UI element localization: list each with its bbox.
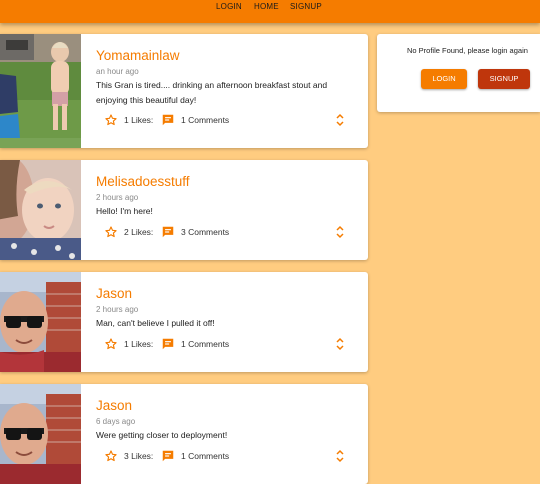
post-actions: 1 Likes: 1 Comments — [96, 337, 358, 351]
star-outline-icon[interactable] — [104, 225, 118, 239]
post-photo — [0, 34, 81, 148]
post-author[interactable]: Jason — [96, 286, 132, 301]
comment-icon[interactable] — [161, 449, 175, 463]
post-body: Melisadoesstuff 2 hours ago Hello! I'm h… — [96, 160, 358, 260]
post-author[interactable]: Yomamainlaw — [96, 48, 180, 63]
post-photo — [0, 272, 81, 372]
post-actions: 2 Likes: 3 Comments — [96, 225, 358, 239]
likes-count: 2 Likes: — [124, 227, 154, 237]
post-text: Man, can't believe I pulled it off! — [96, 318, 215, 328]
post-photo — [0, 384, 81, 484]
nav-home-link[interactable]: HOME — [254, 2, 279, 11]
unfold-more-icon[interactable] — [334, 225, 346, 239]
login-button[interactable]: LOGIN — [421, 69, 467, 89]
post-text: This Gran is tired.... drinking an after… — [96, 80, 328, 105]
post-timestamp: 2 hours ago — [96, 193, 139, 202]
post-text: Hello! I'm here! — [96, 206, 153, 216]
post-actions: 1 Likes: 1 Comments — [96, 113, 358, 127]
comments-count[interactable]: 1 Comments — [181, 115, 229, 125]
post-photo — [0, 160, 81, 260]
post-author[interactable]: Melisadoesstuff — [96, 174, 190, 189]
post-timestamp: an hour ago — [96, 67, 139, 76]
star-outline-icon[interactable] — [104, 113, 118, 127]
post-timestamp: 6 days ago — [96, 417, 136, 426]
profile-not-found-message: No Profile Found, please login again — [407, 46, 528, 55]
top-app-bar: LOGIN HOME SIGNUP — [0, 0, 540, 23]
star-outline-icon[interactable] — [104, 337, 118, 351]
comment-icon[interactable] — [161, 113, 175, 127]
post-card: Jason 2 hours ago Man, can't believe I p… — [0, 272, 368, 372]
comments-count[interactable]: 1 Comments — [181, 339, 229, 349]
nav-signup-link[interactable]: SIGNUP — [290, 2, 322, 11]
comment-icon[interactable] — [161, 225, 175, 239]
post-body: Jason 2 hours ago Man, can't believe I p… — [96, 272, 358, 372]
unfold-more-icon[interactable] — [334, 449, 346, 463]
comments-count[interactable]: 1 Comments — [181, 451, 229, 461]
post-timestamp: 2 hours ago — [96, 305, 139, 314]
unfold-more-icon[interactable] — [334, 113, 346, 127]
unfold-more-icon[interactable] — [334, 337, 346, 351]
comment-icon[interactable] — [161, 337, 175, 351]
post-card: Jason 6 days ago Were getting closer to … — [0, 384, 368, 484]
star-outline-icon[interactable] — [104, 449, 118, 463]
post-author[interactable]: Jason — [96, 398, 132, 413]
post-card: Melisadoesstuff 2 hours ago Hello! I'm h… — [0, 160, 368, 260]
post-body: Jason 6 days ago Were getting closer to … — [96, 384, 358, 484]
nav-login-link[interactable]: LOGIN — [216, 2, 242, 11]
likes-count: 1 Likes: — [124, 339, 154, 349]
post-actions: 3 Likes: 1 Comments — [96, 449, 358, 463]
likes-count: 1 Likes: — [124, 115, 154, 125]
signup-button[interactable]: SIGNUP — [478, 69, 530, 89]
comments-count[interactable]: 3 Comments — [181, 227, 229, 237]
likes-count: 3 Likes: — [124, 451, 154, 461]
post-card: Yomamainlaw an hour ago This Gran is tir… — [0, 34, 368, 148]
profile-card: No Profile Found, please login again LOG… — [377, 34, 540, 112]
post-text: Were getting closer to deployment! — [96, 430, 228, 440]
post-body: Yomamainlaw an hour ago This Gran is tir… — [96, 34, 358, 148]
